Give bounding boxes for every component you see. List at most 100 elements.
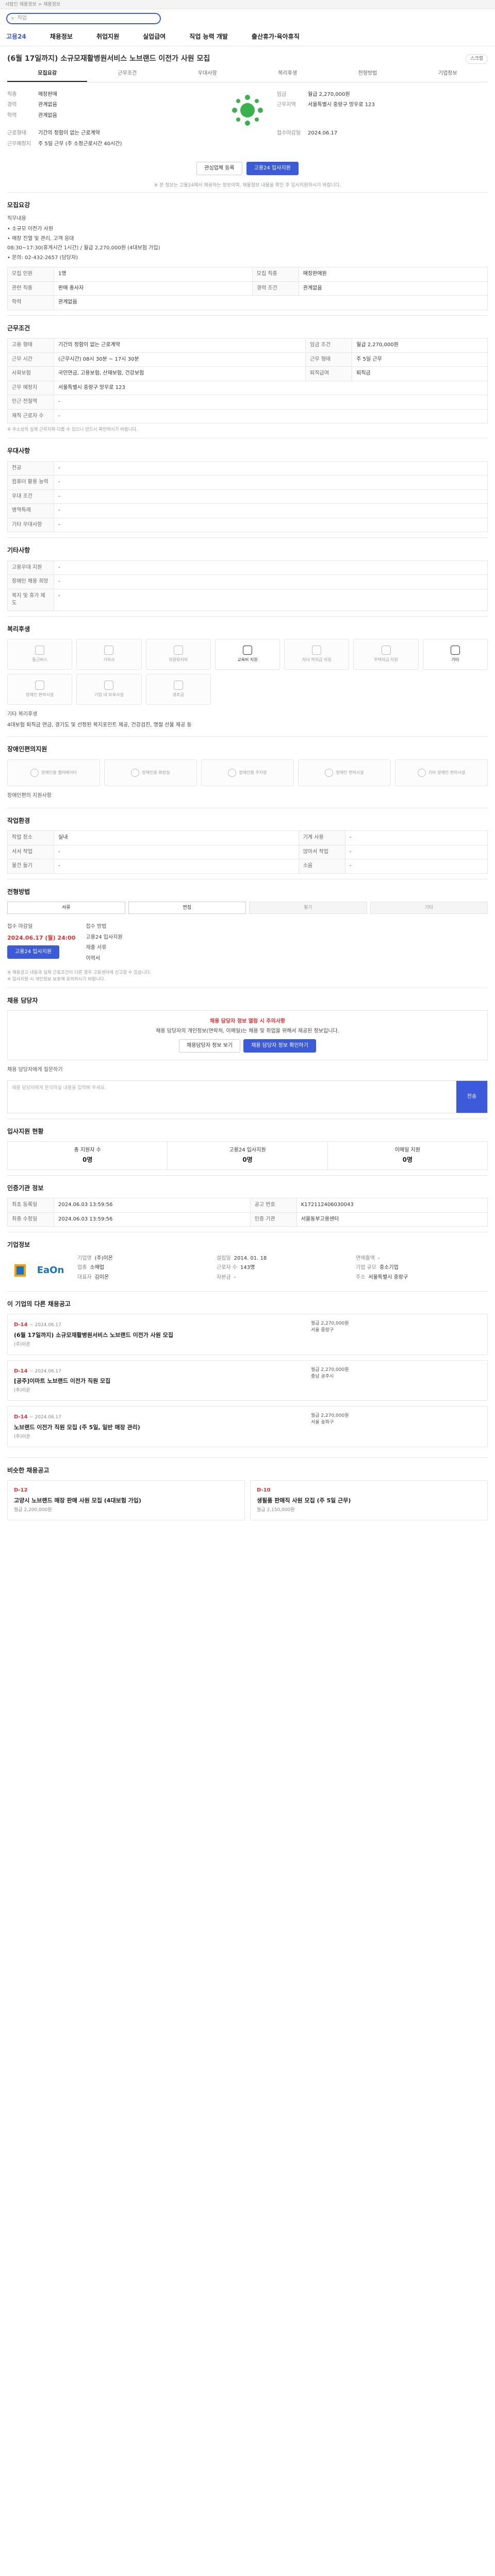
table-row: 물건 들기 - 소음 - bbox=[7, 859, 488, 874]
preference-table: 전공 - 컴퓨터 활용 능력 - 우대 조건 - 병역특례 - 기타 우대사항 - bbox=[7, 461, 488, 533]
related-job-card[interactable]: D-14 ~ 2024.06.17 [공주]이마트 노브랜드 이전가 직원 모집… bbox=[7, 1360, 488, 1401]
related-job-card[interactable]: D-14 ~ 2024.06.17 (6월 17일까지) 소규모재활병원서비스 … bbox=[7, 1314, 488, 1355]
car-icon bbox=[173, 646, 183, 655]
similar-section: 비슷한 채용공고 D-12 고양시 노브랜드 매장 판매 사원 모집 (4대보험… bbox=[7, 1457, 488, 1531]
contact-section: 채용 담당자 채용 담당자 정보 열람 시 주의사항 채용 담당자의 개인정보(… bbox=[7, 987, 488, 1118]
dday-badge: D-14 bbox=[14, 1322, 28, 1328]
summary-actions: 관심업체 등록 고용24 입사지원 bbox=[7, 157, 488, 182]
top-bar: 사람인 채용정보 > 채용정보 bbox=[0, 0, 495, 9]
similar-cards: D-12 고양시 노브랜드 매장 판매 사원 모집 (4대보험 가입) 월급 2… bbox=[7, 1480, 488, 1525]
job-desc-line: • 매장 진열 및 관리, 고객 응대 bbox=[7, 235, 74, 242]
education-icon bbox=[242, 646, 252, 655]
apply-button[interactable]: 고용24 입사지원 bbox=[246, 162, 299, 176]
site-logo[interactable]: 고용24 bbox=[6, 32, 26, 41]
question-input[interactable]: 채용 담당자에게 문의하실 내용을 입력해 주세요. bbox=[8, 1081, 456, 1113]
etc-icon bbox=[450, 646, 460, 655]
disability-item: 장애인용 주차장 bbox=[201, 759, 294, 786]
job-title: (6월 17일까지) 소규모재활병원서비스 노브랜드 이전가 사원 모집 bbox=[7, 55, 210, 63]
history-section: 인증기관 정보 최초 등록일 2024.06.03 13:59:56 공고 번호 K1… bbox=[7, 1175, 488, 1232]
table-row: 최종 수정일 2024.06.03 13:59:56 인증 기관 서울동부고용센터 bbox=[7, 1212, 488, 1227]
method-other: 기타 bbox=[370, 902, 488, 914]
tab-recruit[interactable]: 모집요강 bbox=[7, 67, 88, 82]
disability-item: 장애인 편의시설 bbox=[298, 759, 391, 786]
dday-badge: D-12 bbox=[14, 1487, 28, 1494]
table-row: 복지 및 휴가 제도 - bbox=[7, 588, 488, 611]
similar-job-card[interactable]: D-12 고양시 노브랜드 매장 판매 사원 모집 (4대보험 가입) 월급 2… bbox=[7, 1480, 245, 1520]
welfare-item: 자녀 학자금 지원 bbox=[284, 639, 350, 670]
table-row: 재직 근로자 수- bbox=[7, 409, 488, 424]
scrap-button[interactable]: 스크랩 bbox=[466, 54, 488, 64]
main-navigation: 고용24 채용정보 취업지원 실업급여 직업 능력 개발 출산휴가·육아휴직 bbox=[0, 28, 495, 46]
job-summary: 직종 매장판매 경력 관계없음 학력 관계없음 근로형태 기간의 정함이 없는 근로계약… bbox=[7, 82, 488, 157]
tab-selection[interactable]: 전형방법 bbox=[327, 67, 407, 82]
card-company: (주)이온 bbox=[14, 1388, 30, 1394]
nav-item-leave[interactable]: 출산휴가·육아휴직 bbox=[252, 32, 300, 41]
nav-item-jobs[interactable]: 채용정보 bbox=[50, 32, 73, 41]
interest-company-button[interactable]: 관심업체 등록 bbox=[196, 162, 242, 176]
welfare-item: 장애인 편의시설 bbox=[7, 674, 73, 705]
section-title: 장애인편의지원 bbox=[7, 745, 47, 753]
company-info-block: EaOn 기업명 (주)이온 설립일 2014. 01. 18 연매출액 - 업종 소매… bbox=[7, 1255, 488, 1286]
tab-conditions[interactable]: 근무조건 bbox=[87, 67, 167, 82]
search-input[interactable]: ⌕ 직업 bbox=[6, 13, 161, 24]
similar-job-card[interactable]: D-10 생필품 판매직 사원 모집 (주 5일 근무) 월급 2,150,00… bbox=[250, 1480, 488, 1520]
card-wage: 월급 2,200,000원 bbox=[14, 1507, 52, 1513]
summary-item: 근로형태 기간의 정함이 없는 근로계약 bbox=[7, 130, 100, 137]
card-title[interactable]: 고양시 노브랜드 매장 판매 사원 모집 (4대보험 가입) bbox=[14, 1497, 238, 1505]
section-title: 비슷한 채용공고 bbox=[7, 1466, 50, 1474]
disability-grid: 장애인용 엘리베이터 장애인용 화장실 장애인용 주차장 장애인 편의시설 기타… bbox=[7, 759, 488, 786]
card-place: 충남 공주시 bbox=[311, 1374, 334, 1379]
section-title: 입사지원 현황 bbox=[7, 1127, 44, 1135]
card-title[interactable]: 노브랜드 이전가 직원 모집 (주 5일, 일반 매장 관리) bbox=[14, 1423, 140, 1432]
welfare-grid: 통근버스 기숙사 차량유지비 교육비 지원 자녀 학자금 지원 주택자금 지원 … bbox=[7, 639, 488, 705]
burst-logo-icon bbox=[232, 94, 263, 126]
view-contact-button[interactable]: 채용담당자 정보 보기 bbox=[179, 1039, 241, 1053]
company-field: 자본금 - bbox=[217, 1274, 236, 1280]
confirm-contact-button[interactable]: 채용 담당자 정보 확인하기 bbox=[243, 1039, 316, 1053]
conditions-note: ※ 주소상의 실제 근무지와 다를 수 있으니 반드시 확인하시기 바랍니다. bbox=[7, 427, 138, 433]
summary-item: 경력 관계없음 bbox=[7, 102, 57, 108]
search-icon: ⌕ bbox=[11, 15, 14, 21]
section-title: 전형방법 bbox=[7, 888, 30, 895]
selection-apply-button[interactable]: 고용24 입사지원 bbox=[7, 945, 60, 959]
gift-icon bbox=[173, 681, 183, 690]
deadline-label: 접수 마감일 bbox=[7, 924, 33, 930]
docs-value: 이력서 bbox=[86, 955, 101, 961]
table-row: 컴퓨터 활용 능력 - bbox=[7, 475, 488, 490]
summary-item: 접수마감일 2024.06.17 bbox=[277, 130, 338, 136]
card-date: ~ 2024.06.17 bbox=[29, 1368, 61, 1374]
dday-badge: D-14 bbox=[14, 1368, 28, 1374]
stat-item: 총 지원자 수 0명 bbox=[8, 1142, 168, 1170]
table-row: 사회보험 국민연금, 고용보험, 산재보험, 건강보험 퇴직급여 퇴직금 bbox=[7, 366, 488, 381]
card-title[interactable]: (6월 17일까지) 소규모재활병원서비스 노브랜드 이전가 사원 모집 bbox=[14, 1331, 173, 1340]
conditions-table: 고용 형태 기간의 정함이 없는 근로계약 임금 조건 월급 2,270,000원 근… bbox=[7, 338, 488, 424]
table-row: 최초 등록일 2024.06.03 13:59:56 공고 번호 K172112406… bbox=[7, 1198, 488, 1213]
detail-tabs: 모집요강 근무조건 우대사항 복리후생 전형방법 기업정보 bbox=[7, 67, 488, 82]
nav-item-unemployment-benefit[interactable]: 실업급여 bbox=[143, 32, 166, 41]
section-title: 근무조건 bbox=[7, 324, 30, 332]
section-title: 모집요강 bbox=[7, 201, 30, 209]
card-title[interactable]: 생필품 판매직 사원 모집 (주 5일 근무) bbox=[257, 1497, 481, 1505]
conditions-section: 근무조건 고용 형태 기간의 정함이 없는 근로계약 임금 조건 월급 2,270,0… bbox=[7, 315, 488, 438]
section-title: 인증기관 정보 bbox=[7, 1184, 44, 1192]
card-company: (주)이온 bbox=[14, 1434, 30, 1439]
card-title[interactable]: [공주]이마트 노브랜드 이전가 직원 모집 bbox=[14, 1377, 110, 1385]
nav-item-training[interactable]: 직업 능력 개발 bbox=[189, 32, 228, 41]
nav-item-employment-support[interactable]: 취업지원 bbox=[96, 32, 119, 41]
welfare-item: 기업 내 보육시설 bbox=[76, 674, 142, 705]
welfare-sub-title: 기타 복리후생 bbox=[7, 711, 38, 718]
tab-welfare[interactable]: 복리후생 bbox=[248, 67, 327, 82]
send-button[interactable]: 전송 bbox=[456, 1080, 487, 1113]
disability-item: 장애인용 엘리베이터 bbox=[7, 759, 100, 786]
related-job-card[interactable]: D-14 ~ 2024.06.17 노브랜드 이전가 직원 모집 (주 5일, … bbox=[7, 1406, 488, 1447]
job-title-row: (6월 17일까지) 소규모재활병원서비스 노브랜드 이전가 사원 모집 스크랩 bbox=[7, 46, 488, 67]
method-interview: 면접 bbox=[128, 902, 246, 914]
summary-item: 근무예정지 주 5일 근무 (주 소정근로시간 40시간) bbox=[7, 141, 122, 147]
tab-preference[interactable]: 우대사항 bbox=[168, 67, 248, 82]
tab-company[interactable]: 기업정보 bbox=[408, 67, 488, 82]
company-logo-text: EaOn bbox=[37, 1264, 64, 1276]
card-wage: 월급 2,150,000원 bbox=[257, 1507, 295, 1513]
disability-sub-title: 장애인편의 지원사항 bbox=[7, 792, 52, 799]
contact-alert: 채용 담당자 정보 열람 시 주의사항 채용 담당자의 개인정보(연락처, 이메… bbox=[7, 1010, 488, 1061]
welfare-section: 복리후생 통근버스 기숙사 차량유지비 교육비 지원 자녀 학자금 지원 주택자… bbox=[7, 616, 488, 736]
